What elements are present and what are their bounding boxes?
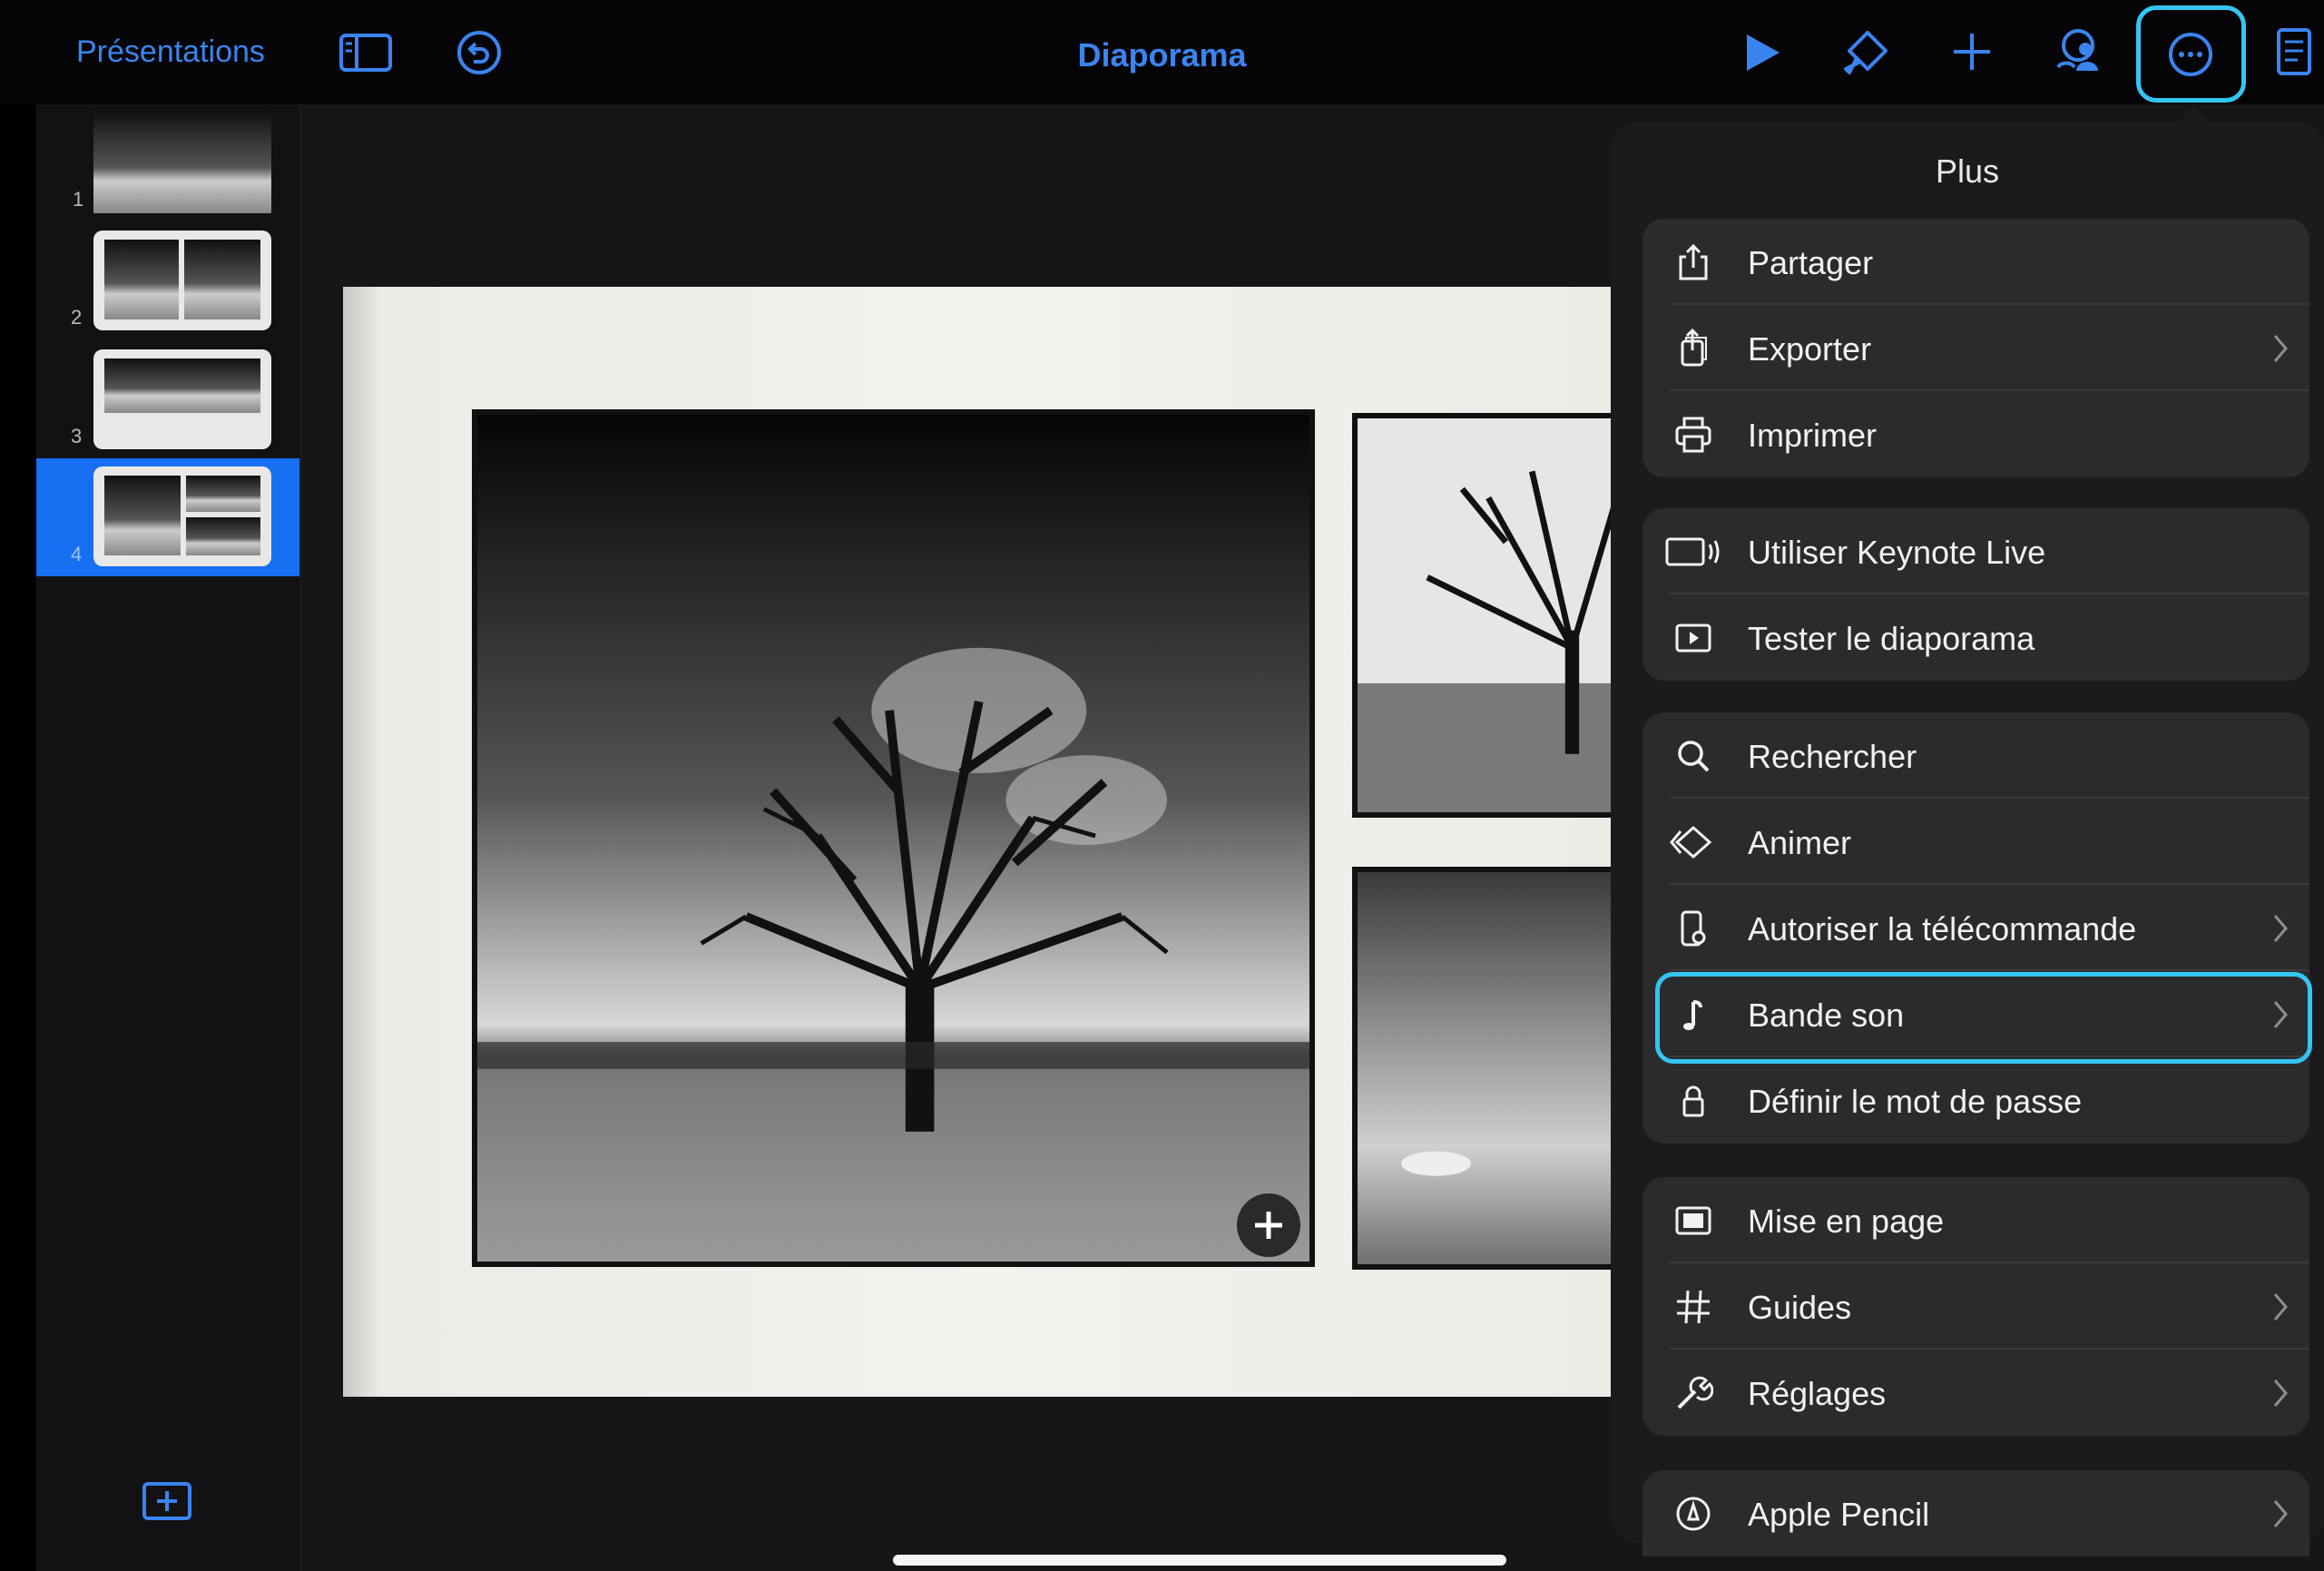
menu-item-rechercher[interactable]: Rechercher	[1642, 712, 2309, 799]
menu-item-guides[interactable]: Guides	[1642, 1263, 2309, 1350]
menu-item-partager[interactable]: Partager	[1642, 219, 2309, 305]
menu-item-mot-de-passe[interactable]: Définir le mot de passe	[1642, 1057, 2309, 1144]
chevron-right-icon	[2271, 1291, 2290, 1323]
animate-icon	[1668, 822, 1719, 862]
search-icon	[1673, 736, 1713, 776]
slide-number: 1	[73, 188, 84, 211]
menu-item-label: Rechercher	[1748, 738, 1917, 775]
menu-item-label: Apple Pencil	[1748, 1496, 1930, 1533]
more-ellipsis-icon[interactable]	[2167, 31, 2214, 78]
menu-item-label: Définir le mot de passe	[1748, 1083, 2083, 1120]
menu-group-pencil: Apple Pencil	[1642, 1470, 2309, 1556]
menu-group-present: Utiliser Keynote Live Tester le diaporam…	[1642, 508, 2309, 681]
menu-item-telecommande[interactable]: Autoriser la télécommande	[1642, 885, 2309, 971]
slide-thumbnail-2[interactable]	[93, 231, 271, 330]
add-slide-icon[interactable]	[142, 1481, 192, 1526]
chevron-right-icon	[2271, 912, 2290, 945]
slide-thumbnail-1[interactable]	[93, 112, 271, 213]
menu-item-imprimer[interactable]: Imprimer	[1642, 391, 2309, 477]
menu-item-label: Mise en page	[1748, 1203, 1945, 1240]
menu-item-label: Animer	[1748, 824, 1852, 861]
tree-photo-main[interactable]	[472, 409, 1315, 1267]
menu-item-label: Exporter	[1748, 330, 1872, 368]
menu-group-document: Mise en page Guides Réglages	[1642, 1177, 2309, 1436]
lock-icon	[1673, 1081, 1713, 1121]
menu-group-tools: Rechercher Animer Autoriser la télécomma…	[1642, 712, 2309, 1144]
tree-photo-top-right[interactable]	[1352, 413, 1633, 818]
chevron-right-icon	[2271, 1377, 2290, 1409]
menu-item-apple-pencil[interactable]: Apple Pencil	[1642, 1470, 2309, 1556]
format-brush-icon[interactable]	[1840, 27, 1891, 78]
play-rehearse-icon	[1673, 618, 1713, 658]
menu-item-label: Tester le diaporama	[1748, 620, 2035, 657]
remote-icon	[1673, 908, 1713, 948]
menu-item-label: Autoriser la télécommande	[1748, 910, 2137, 948]
play-icon[interactable]	[1745, 33, 1781, 73]
chevron-right-icon	[2271, 332, 2290, 365]
bande-son-highlight	[1655, 972, 2312, 1064]
menu-item-animer[interactable]: Animer	[1642, 799, 2309, 885]
menu-item-mise-en-page[interactable]: Mise en page	[1642, 1177, 2309, 1263]
menu-item-keynote-live[interactable]: Utiliser Keynote Live	[1642, 508, 2309, 594]
export-icon	[1673, 328, 1713, 368]
layout-icon	[1673, 1201, 1713, 1241]
menu-item-reglages[interactable]: Réglages	[1642, 1350, 2309, 1436]
slide-thumbnail-4[interactable]	[93, 466, 271, 566]
slide-number: 3	[71, 425, 83, 447]
landscape-photo-bottom-right[interactable]	[1352, 867, 1633, 1270]
menu-item-exporter[interactable]: Exporter	[1642, 305, 2309, 391]
wrench-icon	[1673, 1373, 1714, 1413]
add-plus-icon[interactable]	[1951, 31, 1993, 73]
add-media-icon[interactable]	[1237, 1193, 1300, 1257]
slide-thumbnail-3[interactable]	[93, 349, 271, 449]
popover-title: Plus	[1935, 152, 2000, 190]
menu-item-label: Utiliser Keynote Live	[1748, 534, 2046, 571]
menu-item-tester-diaporama[interactable]: Tester le diaporama	[1642, 594, 2309, 681]
home-indicator[interactable]	[893, 1555, 1506, 1566]
printer-icon	[1673, 415, 1713, 455]
menu-item-label: Guides	[1748, 1289, 1852, 1326]
slide-number: 2	[71, 306, 83, 329]
pencil-icon	[1673, 1494, 1713, 1534]
keynote-live-icon	[1664, 532, 1722, 572]
slide-number: 4	[71, 543, 83, 565]
share-icon	[1673, 242, 1713, 282]
grid-hash-icon	[1673, 1287, 1713, 1327]
menu-group-share: Partager Exporter Imprimer	[1642, 219, 2309, 477]
menu-item-label: Partager	[1748, 244, 1874, 281]
presenter-notes-icon[interactable]	[2276, 27, 2316, 78]
menu-item-label: Réglages	[1748, 1375, 1887, 1412]
chevron-right-icon	[2271, 1497, 2290, 1530]
collaborate-icon[interactable]	[2051, 27, 2105, 74]
menu-item-label: Imprimer	[1748, 417, 1877, 454]
